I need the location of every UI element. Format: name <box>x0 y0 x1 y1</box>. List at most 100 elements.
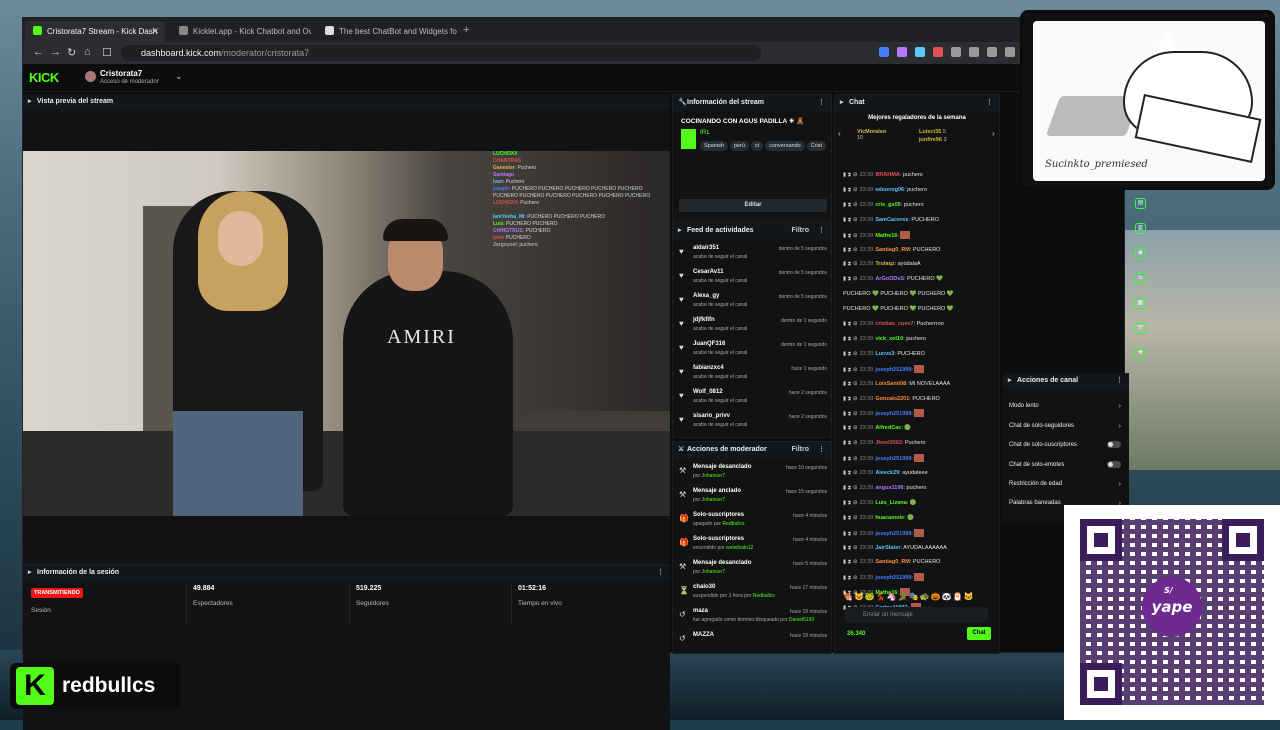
mod-tools-icon[interactable]: ▮ ⧗ ⊘ <box>843 187 858 193</box>
chat-message[interactable]: ▮ ⧗ ⊘ 23:39 joseph251999: <box>843 454 993 463</box>
chat-message[interactable]: ▮ ⧗ ⊘ 23:39 LoisSanti08: MI NOVELAAAA <box>843 380 993 388</box>
message-user[interactable]: huacamole <box>875 515 904 521</box>
tab-kicklet[interactable]: Kicklet.app - Kick Chatbot and Overl <box>171 21 311 42</box>
stream-video[interactable]: AMIRI LUCHOXX CHANTRAS Ganester: Puchero… <box>23 151 670 516</box>
message-user[interactable]: joseph251999 <box>875 411 911 417</box>
mod-user[interactable]: Redbullcs <box>722 521 744 527</box>
chat-message[interactable]: ▮ ⧗ ⊘ 23:39 Mathe16: <box>843 230 993 240</box>
bookmark-icon[interactable]: ☐ <box>102 46 112 59</box>
mod-tools-icon[interactable]: ▮ ⧗ ⊘ <box>843 321 858 327</box>
message-user[interactable]: ArGoODsS <box>875 276 904 282</box>
panel-icon[interactable]: ▤ <box>1135 198 1146 209</box>
follower-name[interactable]: CesarAv11 <box>693 269 723 275</box>
message-user[interactable]: joseph251999 <box>875 367 911 373</box>
category-label[interactable]: IRL <box>700 129 710 136</box>
mod-user[interactable]: Johanser7 <box>702 569 725 575</box>
chat-message[interactable]: PUCHERO 💚 PUCHERO 💚 PUCHERO 💚 <box>843 305 993 313</box>
message-user[interactable]: edsonvg06 <box>875 187 904 193</box>
link-icon[interactable]: ⇆ <box>1135 273 1146 284</box>
chat-message[interactable]: ▮ ⧗ ⊘ 23:39 Trulaqz: ayúdalaA <box>843 260 993 268</box>
mod-tools-icon[interactable]: ▮ ⧗ ⊘ <box>843 217 858 223</box>
gifter-name[interactable]: junfire96 <box>919 137 942 143</box>
message-user[interactable]: cris_gs05 <box>875 202 900 208</box>
follower-name[interactable]: fabianzxc4 <box>693 365 724 371</box>
more-icon[interactable]: ⋮ <box>818 223 825 239</box>
chat-message[interactable]: ▮ ⧗ ⊘ 23:39 Santiag0_RM: PUCHERO <box>843 246 993 254</box>
chat-message[interactable]: ▮ ⧗ ⊘ 23:39 cristian_cuev7: Pucherrroo <box>843 320 993 328</box>
edit-button[interactable]: Editar <box>679 199 827 212</box>
chat-message[interactable]: ▮ ⧗ ⊘ 23:39 Gonzalo2201: PUCHERO <box>843 395 993 403</box>
chat-bubble-icon[interactable]: ◉ <box>1135 248 1146 259</box>
mod-tools-icon[interactable]: ▮ ⧗ ⊘ <box>843 202 858 208</box>
kick-logo[interactable]: KICK <box>29 70 59 85</box>
extension-icon[interactable] <box>933 47 943 57</box>
mod-tools-icon[interactable]: ▮ ⧗ ⊘ <box>843 559 858 565</box>
age-restriction-item[interactable]: Restricción de edad › <box>1009 481 1121 488</box>
follower-name[interactable]: jdjfkfifn <box>693 317 715 323</box>
more-icon[interactable]: ⋮ <box>986 95 993 111</box>
extension-icon[interactable] <box>915 47 925 57</box>
follower-name[interactable]: aldair351 <box>693 245 719 251</box>
chat-message[interactable]: ▮ ⧗ ⊘ 23:39 Aleeck29: ayudaleee <box>843 469 993 477</box>
message-user[interactable]: cristian_cuev7 <box>875 321 913 327</box>
message-user[interactable]: JairSlater <box>875 545 900 551</box>
chevron-left-icon[interactable]: ‹ <box>838 129 841 138</box>
chat-message[interactable]: ▮ ⧗ ⊘ 23:39 Luis_Lizana: 🟢 <box>843 499 993 507</box>
mod-tools-icon[interactable]: ▮ ⧗ ⊘ <box>843 575 858 581</box>
chat-message[interactable]: ▮ ⧗ ⊘ 23:39 SamCaceres: PUCHERO <box>843 216 993 224</box>
message-user[interactable]: angus1108 <box>875 485 903 491</box>
close-tab-icon[interactable]: ✕ <box>151 21 159 42</box>
channel-name[interactable]: Cristorata7 <box>100 69 142 78</box>
gifter-name[interactable]: Luisct35 <box>919 129 941 135</box>
message-user[interactable]: Luis_Lizana <box>875 500 906 506</box>
message-user[interactable]: Trulaqz <box>875 261 894 267</box>
emotes-only-toggle[interactable] <box>1107 461 1121 468</box>
chat-message[interactable]: ▮ ⧗ ⊘ 23:39 Santiag0_RM: PUCHERO <box>843 558 993 566</box>
chat-message[interactable]: ▮ ⧗ ⊘ 23:39 BRAHMA: puchero <box>843 171 993 179</box>
chat-message[interactable]: ▮ ⧗ ⊘ 23:39 JairSlater: AYUDALAAAAAA <box>843 544 993 552</box>
follower-name[interactable]: Wolf_0812 <box>693 389 723 395</box>
send-chat-button[interactable]: Chat <box>967 627 991 640</box>
mod-user[interactable]: Daniel5193 <box>789 617 814 623</box>
mod-tools-icon[interactable]: ▮ ⧗ ⊘ <box>843 531 858 537</box>
follower-name[interactable]: Alexa_gy <box>693 293 719 299</box>
message-user[interactable]: Santiag0_RM <box>875 559 910 565</box>
back-icon[interactable]: ← <box>33 46 44 58</box>
forward-icon[interactable]: → <box>50 46 61 58</box>
mod-tools-icon[interactable]: ▮ ⧗ ⊘ <box>843 172 858 178</box>
mod-user[interactable]: welwlbalo12 <box>726 545 753 551</box>
message-user[interactable]: joseph251999 <box>875 531 911 537</box>
message-user[interactable]: AlfredCac <box>875 425 901 431</box>
chat-message[interactable]: ▮ ⧗ ⊘ 23:39 joseph251999: <box>843 364 993 374</box>
url-field[interactable]: dashboard.kick.com/moderator/cristorata7 <box>121 45 761 61</box>
wrench-icon[interactable]: ⚒ <box>1135 323 1146 334</box>
chat-input[interactable]: Enviar un mensaje <box>845 607 988 623</box>
chevron-down-icon[interactable]: ⌄ <box>175 71 183 82</box>
mod-user[interactable]: Johanser7 <box>702 473 725 479</box>
mod-tools-icon[interactable]: ▮ ⧗ ⊘ <box>843 545 858 551</box>
chat-message[interactable]: ▮ ⧗ ⊘ 23:39 joseph251999: <box>843 573 993 582</box>
message-user[interactable]: Gonzalo2201 <box>875 396 909 402</box>
chevron-right-icon[interactable]: › <box>992 129 995 138</box>
filter-button[interactable]: Filtro <box>792 223 810 239</box>
message-user[interactable]: Lucvs3 <box>875 351 894 357</box>
mod-tools-icon[interactable]: ▮ ⧗ ⊘ <box>843 411 858 417</box>
mod-tools-icon[interactable]: ▮ ⧗ ⊘ <box>843 367 858 373</box>
message-user[interactable]: LoisSanti08 <box>875 381 906 387</box>
reload-icon[interactable]: ↻ <box>67 46 76 59</box>
chat-message[interactable]: ▮ ⧗ ⊘ 23:39 AlfredCac: 🟢 <box>843 424 993 432</box>
home-icon[interactable]: ⌂ <box>84 46 91 58</box>
mod-tools-icon[interactable]: ▮ ⧗ ⊘ <box>843 515 858 521</box>
stack-icon[interactable]: ▦ <box>1135 298 1146 309</box>
tab-kick-dashboard[interactable]: Cristorata7 Stream - Kick Dash ✕ <box>25 21 165 42</box>
follower-name[interactable]: JuanQF316 <box>693 341 725 347</box>
chat-message[interactable]: ▮ ⧗ ⊘ 23:39 edsonvg06: puchero <box>843 186 993 194</box>
chat-message[interactable]: ▮ ⧗ ⊘ 23:39 joseph251999: <box>843 409 993 418</box>
more-icon[interactable]: ⋮ <box>818 442 825 458</box>
mod-user[interactable]: Redbullcs <box>753 593 775 599</box>
subscribers-only-toggle[interactable] <box>1107 441 1121 448</box>
mod-tools-icon[interactable]: ▮ ⧗ ⊘ <box>843 485 858 491</box>
mod-tools-icon[interactable]: ▮ ⧗ ⊘ <box>843 396 858 402</box>
more-icon[interactable]: ⋮ <box>1116 373 1123 389</box>
message-user[interactable]: vick_xet10 <box>875 336 903 342</box>
